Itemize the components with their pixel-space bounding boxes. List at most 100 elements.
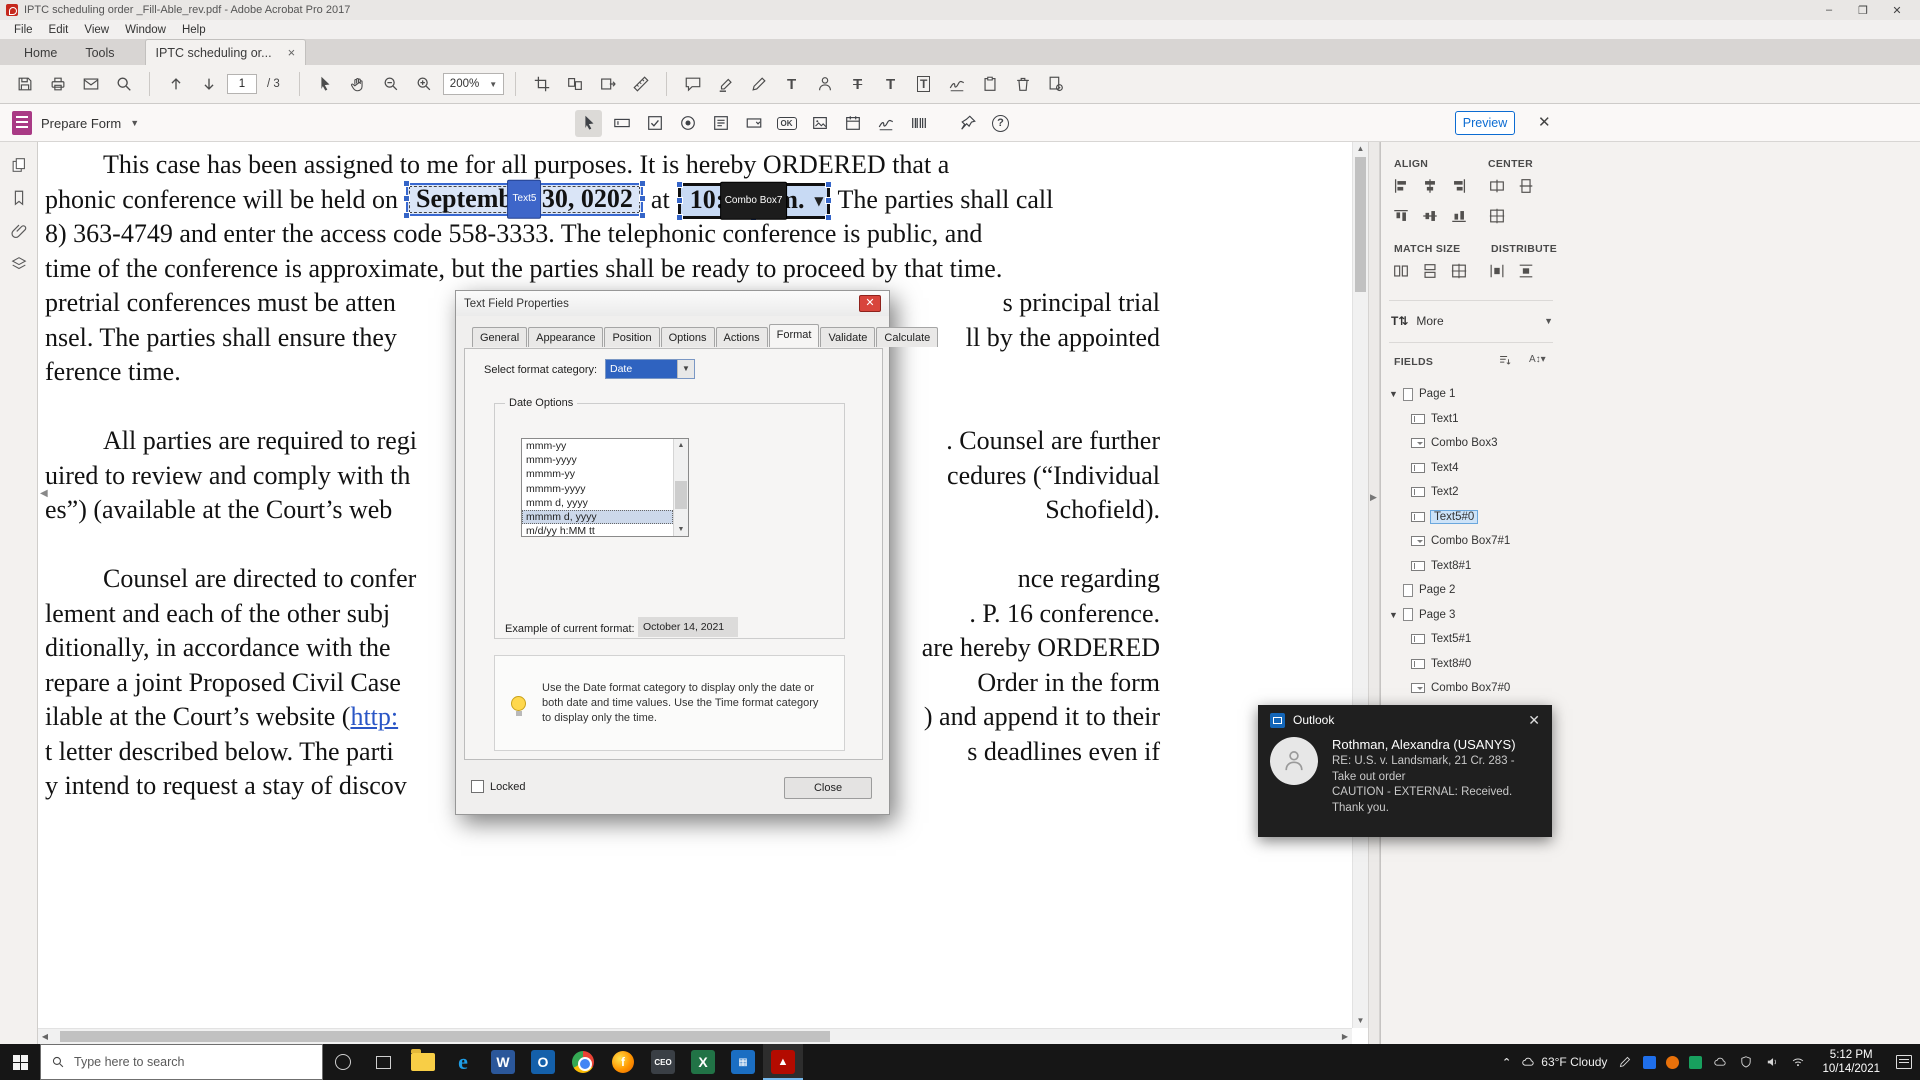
match-width-button[interactable] (1389, 259, 1413, 283)
zoom-in-button[interactable] (410, 70, 439, 99)
listbox-scrollbar[interactable]: ▲ ▼ (673, 439, 688, 536)
dialog-tab-appearance[interactable]: Appearance (528, 327, 603, 347)
zoom-out-button[interactable] (377, 70, 406, 99)
tray-network-icon[interactable] (1790, 1054, 1806, 1070)
close-prepare-form-icon[interactable]: ✕ (1538, 113, 1551, 131)
combo-box-form-field[interactable]: 10:30 a.m. ▼ Combo Box7 (678, 183, 830, 219)
next-page-button[interactable] (194, 70, 223, 99)
horizontal-scrollbar-thumb[interactable] (60, 1031, 830, 1042)
tab-tools[interactable]: Tools (71, 41, 128, 65)
taskbar-weather[interactable]: 63°F Cloudy (1521, 1055, 1607, 1069)
dialog-tab-general[interactable]: General (472, 327, 527, 347)
tree-item-field[interactable]: Text5#1 (1381, 627, 1561, 651)
distribute-horizontally-button[interactable] (1485, 259, 1509, 283)
listbox-scrollbar-thumb[interactable] (675, 481, 687, 509)
collapse-right-pane-icon[interactable]: ▶ (1370, 492, 1377, 503)
date-format-option[interactable]: mmmm-yy (522, 467, 673, 481)
distribute-vertically-button[interactable] (1514, 259, 1538, 283)
tree-item-page-2[interactable]: Page 2 (1381, 578, 1561, 602)
dialog-tab-options[interactable]: Options (661, 327, 715, 347)
tray-pen-icon[interactable] (1617, 1054, 1633, 1070)
email-button[interactable] (76, 70, 105, 99)
match-height-button[interactable] (1418, 259, 1442, 283)
comment-tool-button[interactable] (678, 70, 707, 99)
collapse-left-pane-icon[interactable]: ◀ (40, 488, 48, 499)
taskbar-file-explorer[interactable] (403, 1044, 443, 1080)
center-vertically-button[interactable] (1514, 174, 1538, 198)
locked-checkbox-row[interactable]: Locked (471, 780, 525, 793)
center-both-button[interactable] (1485, 204, 1509, 228)
add-radio-button[interactable] (674, 110, 701, 137)
add-text-button[interactable]: T (777, 70, 806, 99)
tray-onedrive-icon[interactable] (1712, 1054, 1728, 1070)
taskbar-excel[interactable]: X (683, 1044, 723, 1080)
dialog-close-action-button[interactable]: Close (784, 777, 872, 799)
tree-item-field[interactable]: Combo Box3 (1381, 431, 1561, 455)
tree-item-field[interactable]: Text4 (1381, 456, 1561, 480)
hand-tool-button[interactable] (344, 70, 373, 99)
fill-sign-button[interactable] (810, 70, 839, 99)
notification-close-icon[interactable]: ✕ (1528, 712, 1540, 729)
draw-tool-button[interactable] (744, 70, 773, 99)
attachments-panel-button[interactable] (10, 222, 28, 240)
search-button[interactable] (109, 70, 138, 99)
dialog-tab-validate[interactable]: Validate (820, 327, 875, 347)
align-left-button[interactable] (1389, 174, 1413, 198)
combo-dropdown-icon[interactable]: ▼ (814, 183, 823, 218)
scroll-right-icon[interactable]: ▶ (1338, 1029, 1352, 1044)
select-tool-button[interactable] (311, 70, 340, 99)
tree-item-field[interactable]: Combo Box7#0 (1381, 676, 1561, 700)
taskbar-ceo-app[interactable]: CEO (643, 1044, 683, 1080)
dialog-tab-calculate[interactable]: Calculate (876, 327, 938, 347)
menu-edit[interactable]: Edit (41, 24, 77, 36)
minimize-button[interactable]: – (1812, 4, 1846, 17)
export-pdf-button[interactable] (593, 70, 622, 99)
add-date-field-button[interactable] (839, 110, 866, 137)
highlight-tool-button[interactable] (711, 70, 740, 99)
dialog-tab-actions[interactable]: Actions (716, 327, 768, 347)
tree-item-page-1[interactable]: ▼Page 1 (1381, 382, 1561, 406)
add-ok-button-field[interactable]: OK (773, 110, 800, 137)
date-format-option-selected[interactable]: mmmm d, yyyy (522, 510, 673, 524)
keep-tool-selected-pin-button[interactable] (954, 110, 981, 137)
tree-item-field[interactable]: Text8#0 (1381, 652, 1561, 676)
tab-home[interactable]: Home (10, 41, 71, 65)
tray-app-orange-icon[interactable] (1666, 1056, 1679, 1069)
dialog-tab-format[interactable]: Format (769, 324, 820, 347)
tree-item-field-selected[interactable]: Text5#0 (1381, 505, 1561, 529)
align-top-button[interactable] (1389, 204, 1413, 228)
taskbar-chrome[interactable] (563, 1044, 603, 1080)
add-dropdown-button[interactable] (740, 110, 767, 137)
align-bottom-button[interactable] (1447, 204, 1471, 228)
menu-window[interactable]: Window (117, 24, 174, 36)
outlook-notification-toast[interactable]: Outlook ✕ Rothman, Alexandra (USANYS) RE… (1258, 705, 1552, 837)
signature-tool-button[interactable] (942, 70, 971, 99)
dialog-tab-position[interactable]: Position (604, 327, 659, 347)
scroll-up-icon[interactable]: ▲ (1353, 142, 1368, 156)
prepare-form-title[interactable]: Prepare Form (41, 116, 121, 131)
chevron-down-icon[interactable]: ▼ (677, 360, 694, 378)
add-listbox-button[interactable] (707, 110, 734, 137)
taskbar-acrobat-active[interactable]: ▲ (763, 1044, 803, 1080)
vertical-scrollbar-thumb[interactable] (1355, 157, 1366, 292)
tree-item-field[interactable]: Text2 (1381, 480, 1561, 504)
text-box-tool-button[interactable]: T (909, 70, 938, 99)
start-button[interactable] (0, 1044, 40, 1080)
tray-speaker-icon[interactable] (1764, 1054, 1780, 1070)
tab-document[interactable]: IPTC scheduling or... × (145, 39, 307, 65)
horizontal-scrollbar[interactable]: ◀ ▶ (38, 1028, 1352, 1044)
tray-security-shield-icon[interactable] (1738, 1054, 1754, 1070)
layers-panel-button[interactable] (10, 255, 28, 273)
date-format-option[interactable]: mmm-yyyy (522, 453, 673, 467)
print-button[interactable] (43, 70, 72, 99)
scroll-down-icon[interactable]: ▼ (1353, 1014, 1368, 1028)
task-view-button[interactable] (363, 1044, 403, 1080)
cortana-button[interactable] (323, 1044, 363, 1080)
add-signature-field-button[interactable] (872, 110, 899, 137)
taskbar-edge[interactable]: e (443, 1044, 483, 1080)
add-image-field-button[interactable] (806, 110, 833, 137)
zoom-level-select[interactable]: 200%▼ (443, 73, 504, 95)
taskbar-firefox[interactable]: f (603, 1044, 643, 1080)
tree-item-field[interactable]: Combo Box7#1 (1381, 529, 1561, 553)
right-pane-collapse-strip[interactable]: ▶ (1368, 142, 1380, 1044)
